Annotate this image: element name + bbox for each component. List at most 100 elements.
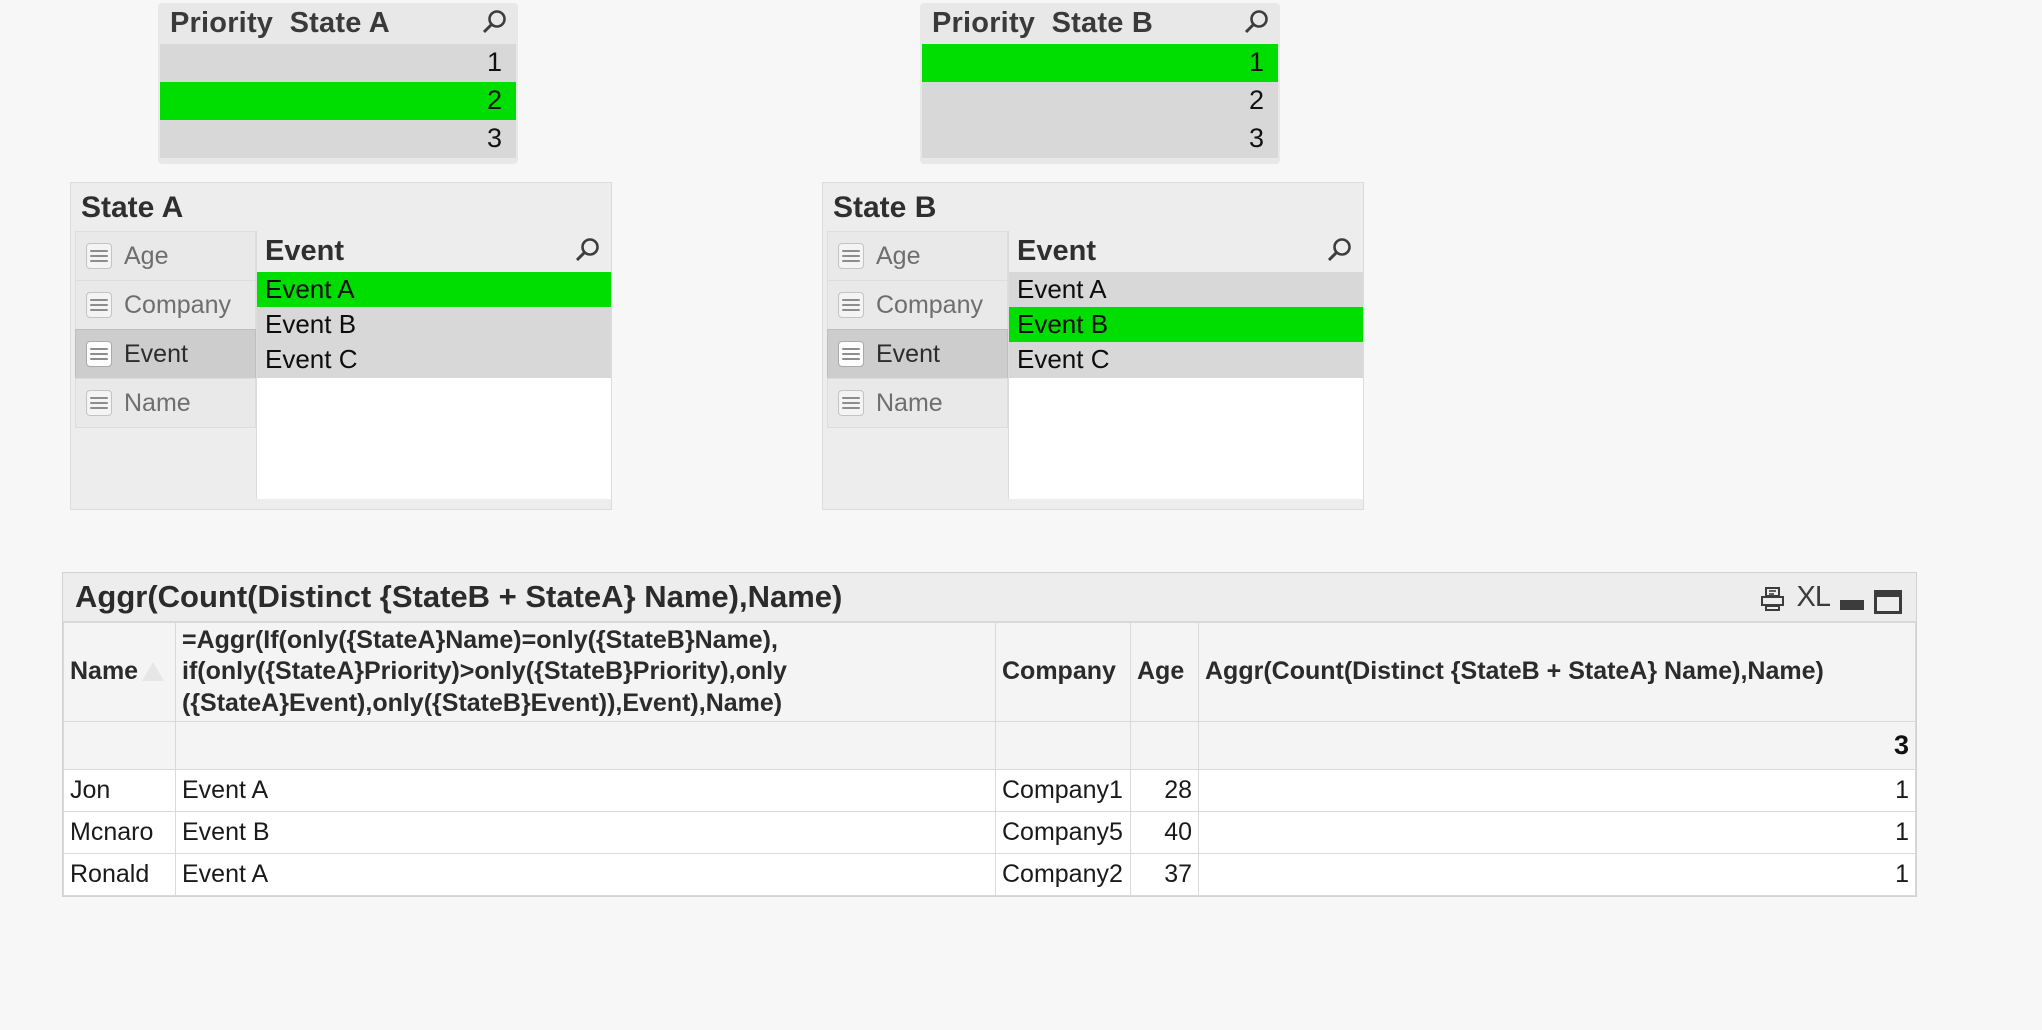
field-item-company[interactable]: Company — [827, 280, 1008, 330]
value-item[interactable]: Event C — [257, 342, 611, 378]
magnifier-icon[interactable] — [571, 237, 601, 267]
listbox-priority-state-a[interactable]: Priority State A 1 2 3 — [158, 3, 518, 164]
column-header-name[interactable]: Name — [63, 622, 176, 722]
field-list: Age Company Event Name — [823, 231, 1008, 499]
listbox-values: 1 2 3 — [158, 44, 518, 164]
listbox-item-selected[interactable]: 1 — [922, 44, 1278, 82]
field-label: Event — [876, 339, 940, 368]
field-label: Name — [876, 388, 943, 417]
data-table: Name =Aggr(If(only({StateA}Name)=only({S… — [63, 622, 1916, 896]
field-label: Age — [876, 241, 921, 270]
listbox-item-selected[interactable]: 2 — [160, 81, 516, 120]
cell-expression[interactable]: Event B — [175, 810, 996, 854]
header-row: Name =Aggr(If(only({StateA}Name)=only({S… — [63, 622, 1916, 722]
cell-aggr[interactable]: 1 — [1198, 810, 1916, 854]
field-item-age[interactable]: Age — [75, 231, 256, 281]
list-icon — [86, 243, 112, 269]
column-header-aggr[interactable]: Aggr(Count(Distinct {StateB + StateA} Na… — [1198, 622, 1916, 722]
listbox-values: 1 2 3 — [920, 44, 1280, 164]
cell-company[interactable]: Company1 — [995, 768, 1131, 812]
listbox-caption: Priority State A — [158, 3, 518, 44]
listbox-item[interactable]: 3 — [160, 119, 516, 158]
listbox-priority-state-b[interactable]: Priority State B 1 2 3 — [920, 3, 1280, 164]
total-cell-age — [1130, 720, 1199, 770]
panel-title: State A — [71, 183, 611, 231]
panel-state-a: State A Age Company Event Name Event Eve… — [70, 182, 612, 510]
column-header-company[interactable]: Company — [995, 622, 1131, 722]
value-item-selected[interactable]: Event A — [257, 272, 611, 308]
field-label: Company — [876, 290, 983, 319]
value-item[interactable]: Event C — [1009, 342, 1363, 378]
field-label: Company — [124, 290, 231, 319]
field-label: Name — [124, 388, 191, 417]
column-label: Name — [70, 657, 139, 686]
cell-company[interactable]: Company2 — [995, 852, 1131, 896]
field-item-name[interactable]: Name — [75, 378, 256, 428]
cell-name[interactable]: Ronald — [63, 852, 176, 896]
total-cell-company — [995, 720, 1131, 770]
cell-company[interactable]: Company5 — [995, 810, 1131, 854]
table-row[interactable]: Jon Event A Company1 28 1 — [63, 768, 1916, 812]
column-header-expression[interactable]: =Aggr(If(only({StateA}Name)=only({StateB… — [175, 622, 996, 722]
field-item-event[interactable]: Event — [827, 329, 1008, 379]
minimize-icon[interactable] — [1840, 599, 1864, 610]
total-cell-name — [63, 720, 176, 770]
list-icon — [86, 341, 112, 367]
value-list-state-a: Event Event A Event B Event C — [256, 231, 611, 499]
panel-body: Age Company Event Name Event Event A Eve… — [823, 231, 1363, 499]
table-caption-bar: Aggr(Count(Distinct {StateB + StateA} Na… — [63, 573, 1916, 622]
total-cell-expression — [175, 720, 996, 770]
cell-aggr[interactable]: 1 — [1198, 852, 1916, 896]
value-item-selected[interactable]: Event B — [1009, 307, 1363, 343]
cell-age[interactable]: 37 — [1130, 852, 1199, 896]
field-item-company[interactable]: Company — [75, 280, 256, 330]
total-cell-aggr: 3 — [1198, 720, 1916, 770]
table-title: Aggr(Count(Distinct {StateB + StateA} Na… — [75, 579, 843, 614]
maximize-icon[interactable] — [1874, 589, 1902, 614]
list-icon — [838, 390, 864, 416]
listbox-item[interactable]: 1 — [160, 44, 516, 82]
listbox-item[interactable]: 2 — [922, 81, 1278, 120]
table-row[interactable]: Ronald Event A Company2 37 1 — [63, 852, 1916, 896]
cell-age[interactable]: 28 — [1130, 768, 1199, 812]
cell-expression[interactable]: Event A — [175, 852, 996, 896]
field-item-name[interactable]: Name — [827, 378, 1008, 428]
cell-name[interactable]: Jon — [63, 768, 176, 812]
excel-export-icon[interactable]: XL — [1797, 581, 1831, 614]
field-item-event[interactable]: Event — [75, 329, 256, 379]
column-header-age[interactable]: Age — [1130, 622, 1199, 722]
listbox-caption: Priority State B — [920, 3, 1280, 44]
table-row[interactable]: Mcnaro Event B Company5 40 1 — [63, 810, 1916, 854]
table-body: 3 Jon Event A Company1 28 1 Mcnaro Event… — [63, 720, 1916, 896]
cell-name[interactable]: Mcnaro — [63, 810, 176, 854]
magnifier-icon[interactable] — [1240, 9, 1270, 39]
cell-expression[interactable]: Event A — [175, 768, 996, 812]
magnifier-icon[interactable] — [1323, 237, 1353, 267]
listbox-title: Priority State B — [932, 7, 1153, 39]
print-icon[interactable] — [1757, 584, 1787, 614]
listbox-title: Priority State A — [170, 7, 390, 39]
window-controls: XL — [1757, 581, 1902, 614]
field-label: Event — [124, 339, 188, 368]
cell-aggr[interactable]: 1 — [1198, 768, 1916, 812]
value-list-title: Event — [265, 235, 344, 267]
panel-body: Age Company Event Name Event Event A Eve… — [71, 231, 611, 499]
total-row: 3 — [63, 720, 1916, 770]
list-icon — [838, 292, 864, 318]
panel-title: State B — [823, 183, 1363, 231]
value-list-caption: Event — [257, 231, 611, 272]
cell-age[interactable]: 40 — [1130, 810, 1199, 854]
value-list-title: Event — [1017, 235, 1096, 267]
list-icon — [86, 292, 112, 318]
qlikview-sheet: Priority State A 1 2 3 Priority State B … — [0, 0, 2042, 1030]
value-list-state-b: Event Event A Event B Event C — [1008, 231, 1363, 499]
listbox-item[interactable]: 3 — [922, 119, 1278, 158]
field-item-age[interactable]: Age — [827, 231, 1008, 281]
value-item[interactable]: Event A — [1009, 272, 1363, 308]
magnifier-icon[interactable] — [478, 9, 508, 39]
panel-state-b: State B Age Company Event Name Event Eve… — [822, 182, 1364, 510]
list-icon — [838, 243, 864, 269]
value-item[interactable]: Event B — [257, 307, 611, 343]
table-header: Name =Aggr(If(only({StateA}Name)=only({S… — [63, 622, 1916, 722]
list-icon — [838, 341, 864, 367]
